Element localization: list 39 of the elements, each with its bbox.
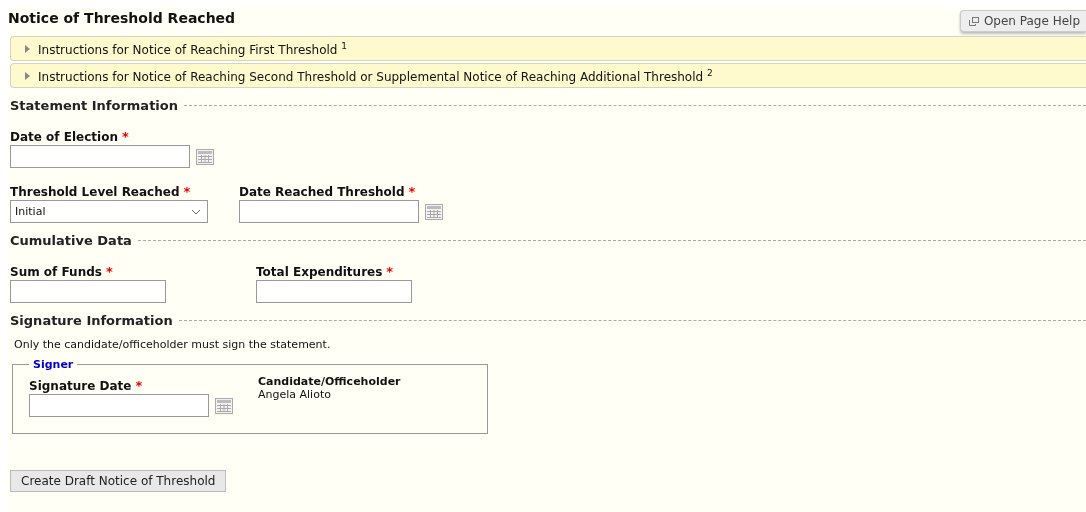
- required-mark: *: [386, 264, 394, 279]
- field-label: Total Expenditures: [256, 265, 383, 279]
- date-field[interactable]: [10, 145, 190, 168]
- signer-role: Candidate/Officeholder: [258, 375, 401, 388]
- page-title: Notice of Threshold Reached: [8, 10, 236, 26]
- required-mark: *: [135, 378, 143, 393]
- required-mark: *: [408, 184, 416, 199]
- section-heading: Cumulative Data: [10, 233, 132, 248]
- calendar-icon[interactable]: [196, 148, 214, 165]
- group-legend: Signer: [29, 358, 78, 371]
- new-window-icon: [968, 16, 979, 26]
- caret-right-icon: [25, 71, 30, 80]
- chevron-icon: [191, 208, 201, 215]
- input-field[interactable]: [10, 280, 166, 303]
- help-button[interactable]: Open Page Help: [959, 10, 1086, 32]
- field-label: Signature Date: [29, 379, 132, 393]
- instructions-title: Instructions for Notice of Reaching First Threshold $^{1}$: [38, 40, 347, 57]
- dropdown[interactable]: Initial: [10, 200, 208, 223]
- required-mark: *: [105, 264, 113, 279]
- date-field[interactable]: [29, 394, 209, 417]
- date-field[interactable]: [239, 200, 419, 223]
- calendar-icon[interactable]: [215, 397, 233, 414]
- required-mark: *: [121, 129, 129, 144]
- instructions-bar[interactable]: Instructions for Notice of Reaching Second Threshold or Supplemental Notice of Reaching Additional Threshold $^{2}$: [10, 63, 1086, 88]
- instructions-bar[interactable]: Instructions for Notice of Reaching First Threshold $^{1}$: [10, 36, 1086, 61]
- instructions-title: Instructions for Notice of Reaching Second Threshold or Supplemental Notice of Reaching Additional Threshold $^{2}$: [38, 67, 713, 84]
- section-heading: Signature Information: [10, 313, 173, 328]
- instruction-text: Only the candidate/officeholder must sign the statement.: [14, 338, 332, 351]
- section-heading: Statement Information: [10, 98, 178, 113]
- calendar-icon[interactable]: [425, 203, 443, 220]
- field-label: Date of Election: [10, 130, 118, 144]
- required-mark: *: [183, 184, 191, 199]
- field-label: Threshold Level Reached: [10, 185, 180, 199]
- field-label: Date Reached Threshold: [239, 185, 405, 199]
- caret-right-icon: [25, 44, 30, 53]
- field-label: Sum of Funds: [10, 265, 102, 279]
- input-field[interactable]: [256, 280, 412, 303]
- create-draft-button[interactable]: Create Draft Notice of Threshold: [10, 470, 227, 492]
- signer-name: Angela Alioto: [258, 388, 332, 401]
